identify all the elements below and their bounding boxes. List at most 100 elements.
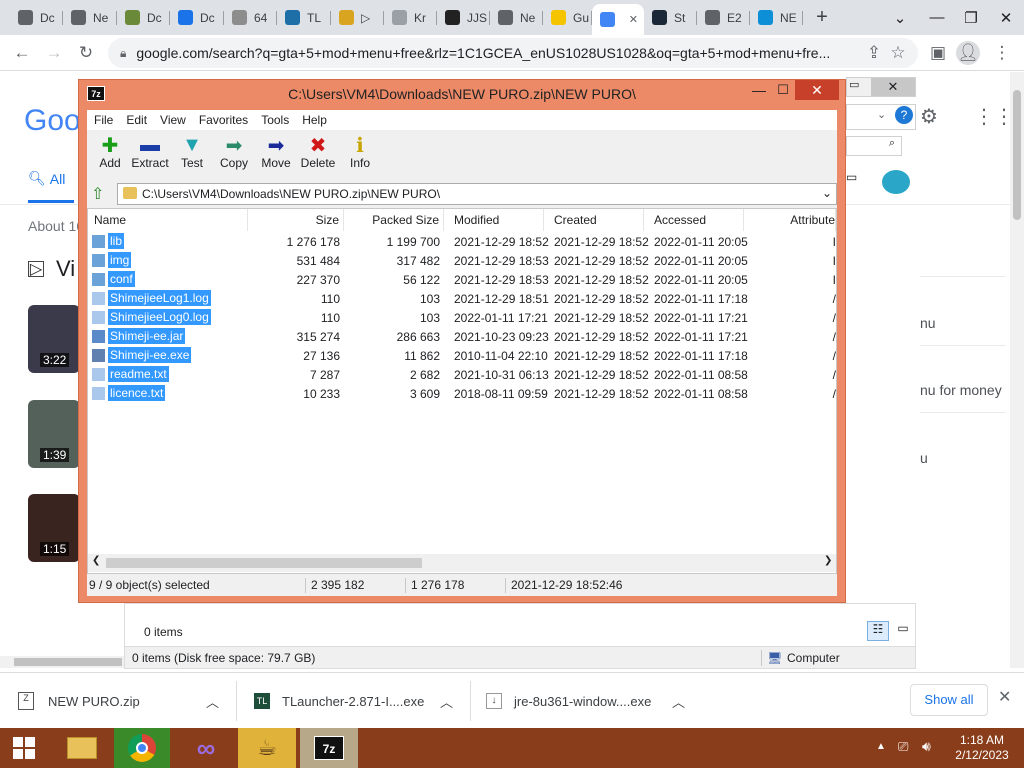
back-icon[interactable]: ←	[10, 41, 34, 65]
view-icon[interactable]: ▭	[846, 170, 880, 190]
forward-icon[interactable]: →	[42, 41, 66, 65]
show-all-button[interactable]: Show all	[910, 684, 988, 716]
chevron-up-icon[interactable]: ︿	[672, 692, 685, 711]
tiles-view-icon[interactable]: ▭	[893, 621, 913, 641]
chevron-down-icon[interactable]: ⌄	[877, 108, 886, 121]
minimize-icon[interactable]: —	[920, 0, 954, 35]
share-icon[interactable]: ⇪	[862, 41, 886, 65]
chevron-up-icon[interactable]: ︿	[440, 692, 453, 711]
menu-help[interactable]: Help	[295, 113, 333, 127]
search-tab-all[interactable]: 🔍︎ All	[28, 170, 65, 187]
column-header-size[interactable]: Size	[248, 209, 344, 231]
column-header-modified[interactable]: Modified	[444, 209, 544, 231]
file-row[interactable]: img 531 484 317 482 2021-12-29 18:53 2021-12…	[88, 252, 836, 271]
new-tab-button[interactable]: +	[810, 4, 834, 30]
scroll-left-icon[interactable]: ❮	[92, 555, 100, 566]
gear-icon[interactable]: ⚙︎	[920, 104, 938, 129]
menu-file[interactable]: File	[87, 113, 119, 127]
video-thumbnail[interactable]: 3:22	[28, 305, 80, 373]
path-combobox[interactable]: C:\Users\VM4\Downloads\NEW PURO.zip\NEW …	[117, 183, 837, 205]
taskbar-explorer[interactable]	[56, 728, 108, 768]
side-panel-icon[interactable]: ▣	[926, 41, 950, 65]
list-horizontal-scrollbar[interactable]: ❮ ❯	[88, 554, 836, 572]
extract-button[interactable]: ▬ Extract	[127, 134, 173, 180]
browser-tab[interactable]: ▷	[331, 4, 384, 31]
browser-tab[interactable]: Ne	[490, 4, 543, 31]
browser-tab[interactable]: E2	[697, 4, 750, 31]
video-thumbnail[interactable]: 1:39	[28, 400, 80, 468]
browser-tab[interactable]: Gu	[543, 4, 592, 31]
browser-tab[interactable]: TL	[277, 4, 331, 31]
chevron-up-icon[interactable]: ︿	[206, 692, 219, 711]
file-row[interactable]: readme.txt 7 287 2 682 2021-10-31 06:13 2021…	[88, 366, 836, 385]
test-button[interactable]: ▼ Test	[169, 134, 215, 180]
taskbar-7zip[interactable]: 7z	[300, 728, 358, 768]
profile-avatar-icon[interactable]: 👤︎	[956, 41, 980, 65]
info-button[interactable]: ℹ Info	[337, 134, 383, 180]
browser-tab[interactable]: 64	[224, 4, 277, 31]
restore-icon[interactable]: ❐	[954, 0, 988, 35]
scroll-right-icon[interactable]: ❯	[824, 555, 832, 566]
taskbar-chrome[interactable]	[114, 728, 170, 768]
file-row[interactable]: licence.txt 10 233 3 609 2018-08-11 09:59 20…	[88, 385, 836, 404]
file-row[interactable]: ShimejieeLog1.log 110 103 2021-12-29 18:51 2…	[88, 290, 836, 309]
column-header-attribute[interactable]: Attribute	[744, 209, 836, 231]
close-icon[interactable]: ✕	[795, 80, 839, 100]
scrollbar-thumb[interactable]	[106, 558, 422, 568]
file-row[interactable]: lib 1 276 178 1 199 700 2021-12-29 18:52 202…	[88, 233, 836, 252]
tab-search-icon[interactable]: ⌄	[880, 0, 920, 35]
browser-tab[interactable]: Ne	[63, 4, 117, 31]
page-scrollbar[interactable]	[1010, 72, 1024, 668]
maximize-icon[interactable]: ☐	[771, 82, 795, 102]
horizontal-scrollbar[interactable]	[0, 656, 124, 668]
up-folder-icon[interactable]: ⇧	[91, 184, 111, 204]
details-view-icon[interactable]: ☷	[867, 621, 889, 641]
file-row[interactable]: Shimeji-ee.jar 315 274 286 663 2021-10-23 0…	[88, 328, 836, 347]
network-icon[interactable]: ⎚	[898, 739, 908, 755]
file-row[interactable]: Shimeji-ee.exe 27 136 11 862 2010-11-04 22:…	[88, 347, 836, 366]
copy-button[interactable]: ➡ Copy	[211, 134, 257, 180]
chevron-up-icon[interactable]: ▲	[876, 741, 886, 752]
taskbar-java[interactable]: ☕︎	[238, 728, 296, 768]
close-icon[interactable]: ✕	[871, 78, 915, 96]
google-logo[interactable]: Goo	[24, 104, 81, 138]
column-header-created[interactable]: Created	[544, 209, 644, 231]
help-icon[interactable]: ?	[895, 106, 913, 124]
browser-tab[interactable]: Dc	[117, 4, 170, 31]
menu-favorites[interactable]: Favorites	[192, 113, 254, 127]
clock[interactable]: 1:18 AM 2/12/2023	[952, 733, 1012, 763]
tab-close-icon[interactable]: ✕	[629, 13, 638, 26]
menu-view[interactable]: View	[153, 113, 192, 127]
minimize-icon[interactable]: —	[747, 82, 771, 102]
close-icon[interactable]: ✕	[998, 687, 1011, 707]
search-icon[interactable]: ⌕	[846, 136, 902, 156]
download-item[interactable]: ↓ jre-8u361-window....exe ︿	[486, 685, 698, 717]
column-header-packed-size[interactable]: Packed Size	[344, 209, 444, 231]
download-item[interactable]: TL TLauncher-2.871-I....exe ︿	[254, 685, 466, 717]
browser-tab[interactable]: NE	[750, 4, 803, 31]
column-header-accessed[interactable]: Accessed	[644, 209, 744, 231]
file-row[interactable]: conf 227 370 56 122 2021-12-29 18:53 2021-12…	[88, 271, 836, 290]
browser-tab[interactable]: Dc	[10, 4, 63, 31]
video-thumbnail[interactable]: 1:15	[28, 494, 80, 562]
taskbar-visual-studio[interactable]: ∞	[180, 728, 232, 768]
start-button[interactable]	[0, 728, 48, 768]
volume-icon[interactable]: 🔊︎	[922, 738, 931, 755]
file-row[interactable]: ShimejieeLog0.log 110 103 2022-01-11 17:21 2…	[88, 309, 836, 328]
menu-edit[interactable]: Edit	[119, 113, 153, 127]
apps-grid-icon[interactable]: ⋮⋮	[974, 104, 1014, 129]
download-item[interactable]: Z NEW PURO.zip ︿	[18, 685, 230, 717]
close-icon[interactable]: ✕	[988, 0, 1024, 35]
chevron-down-icon[interactable]: ⌄	[822, 186, 832, 200]
column-header-name[interactable]: Name	[88, 209, 248, 231]
scrollbar-thumb[interactable]	[14, 658, 122, 666]
browser-tab[interactable]: St	[644, 4, 697, 31]
chrome-menu-icon[interactable]: ⋮	[990, 41, 1014, 65]
address-bar[interactable]: 🔒︎ google.com/search?q=gta+5+mod+menu+fr…	[108, 38, 918, 68]
move-button[interactable]: ➡ Move	[253, 134, 299, 180]
scrollbar-thumb[interactable]	[1013, 90, 1021, 220]
browser-tab[interactable]: Kr	[384, 4, 437, 31]
reload-icon[interactable]: ↻	[74, 41, 98, 65]
browser-tab[interactable]: ✕	[592, 4, 644, 35]
bookmark-star-icon[interactable]: ☆	[886, 41, 910, 65]
